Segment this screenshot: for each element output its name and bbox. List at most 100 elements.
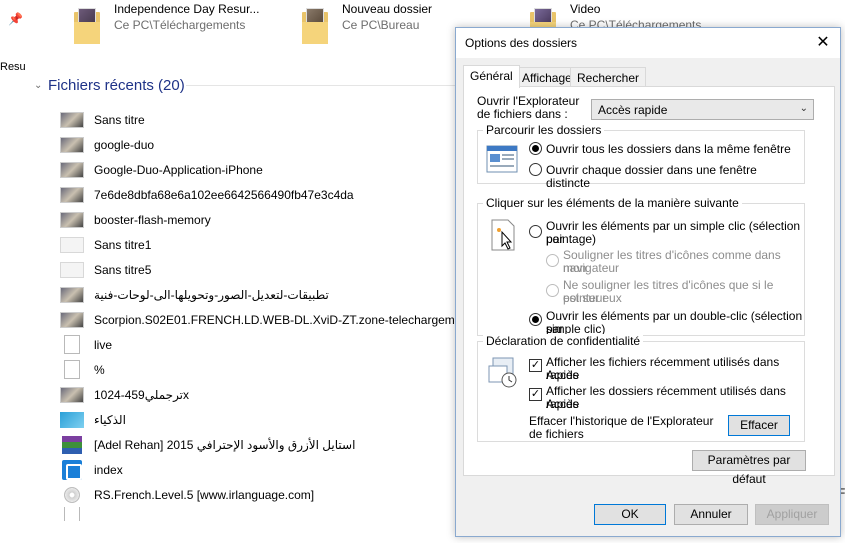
separate-window-label: Ouvrir chaque dossier dans une fenêtre d… <box>546 163 757 190</box>
file-name: [Adel Rehan] 2015 استايل الأزرق والأسود … <box>94 437 356 452</box>
double-click-radio[interactable] <box>529 313 542 326</box>
list-item[interactable]: % <box>60 357 105 382</box>
pin-icon[interactable]: 📌 <box>8 12 23 26</box>
file-name: google-duo <box>94 137 155 152</box>
clear-history-button[interactable]: Effacer <box>728 415 790 436</box>
browse-folders-group: Parcourir les dossiers Ouvrir tous les d… <box>477 123 805 190</box>
list-item[interactable] <box>60 507 94 521</box>
dialog-title: Options des dossiers <box>465 36 578 50</box>
tab-search[interactable]: Rechercher <box>570 67 647 87</box>
apply-button[interactable]: Appliquer <box>755 504 829 525</box>
cancel-button[interactable]: Annuler <box>674 504 748 525</box>
recent-folders-label: Afficher les dossiers récemment utilisés… <box>546 384 786 411</box>
tile-image-icon <box>60 411 84 428</box>
list-item[interactable]: 7e6de8dbfa68e6a102ee6642566490fb47e3c4da <box>60 182 354 207</box>
folder-name: Nouveau dossier <box>342 2 433 16</box>
group-title: Déclaration de confidentialité <box>483 334 644 348</box>
folder-icon <box>300 6 330 46</box>
chevron-down-icon: ⌄ <box>34 79 43 91</box>
list-item[interactable]: booster-flash-memory <box>60 207 211 232</box>
folder-icon <box>72 6 102 46</box>
ok-button[interactable]: OK <box>594 504 666 525</box>
list-item[interactable]: RS.French.Level.5 [www.irlanguage.com] <box>60 482 314 507</box>
group-title: Parcourir les dossiers <box>483 123 605 137</box>
file-name: booster-flash-memory <box>94 212 211 227</box>
document-icon <box>64 360 80 379</box>
file-name: تطبيقات-لتعديل-الصور-وتحويلها-الى-لوحات-… <box>94 287 329 302</box>
open-explorer-select[interactable]: Accès rapide ⌄ <box>591 99 814 120</box>
app-icon <box>62 459 82 480</box>
navigation-pane-strip: 📌 Resu <box>0 0 28 543</box>
restore-defaults-button[interactable]: Paramètres par défaut <box>692 450 806 486</box>
recent-files-label: Afficher les fichiers récemment utilisés… <box>546 355 780 382</box>
single-click-label-2: pointage) <box>546 232 597 246</box>
disc-image-icon <box>64 486 80 503</box>
folder-location: Ce PC\Téléchargements <box>114 18 246 32</box>
privacy-group: Déclaration de confidentialité ✓ Affiche… <box>477 334 805 442</box>
same-window-label: Ouvrir tous les dossiers dans la même fe… <box>546 142 791 156</box>
underline-hover-radio[interactable] <box>546 284 559 297</box>
file-name: % <box>94 362 105 377</box>
file-name: 1024-ترجملي459x <box>94 387 190 402</box>
list-item[interactable]: Sans titre1 <box>60 232 151 257</box>
list-item[interactable]: الذكياء <box>60 407 126 432</box>
same-window-radio[interactable] <box>529 142 542 155</box>
list-item[interactable]: index <box>60 457 123 482</box>
folder-window-icon <box>486 145 518 173</box>
video-thumb-icon <box>60 311 84 328</box>
recent-files-label-2: rapide <box>546 368 580 382</box>
list-item[interactable]: live <box>60 332 112 357</box>
list-item[interactable]: Sans titre <box>60 107 145 132</box>
list-item[interactable]: [Adel Rehan] 2015 استايل الأزرق والأسود … <box>60 432 355 457</box>
list-item[interactable]: Sans titre5 <box>60 257 151 282</box>
list-item[interactable]: 1024-ترجملي459x <box>60 382 189 407</box>
folder-options-dialog: Options des dossiers ✕ Général Affichage… <box>455 27 841 537</box>
section-divider <box>186 85 486 86</box>
underline-hover-label-2: est sur eux <box>563 291 622 305</box>
file-name: Google-Duo-Application-iPhone <box>94 162 263 177</box>
list-item[interactable]: google-duo <box>60 132 154 157</box>
list-item[interactable]: تطبيقات-لتعديل-الصور-وتحويلها-الى-لوحات-… <box>60 282 329 307</box>
document-icon <box>64 335 80 354</box>
file-name: Sans titre1 <box>94 237 152 252</box>
list-item[interactable]: Google-Duo-Application-iPhone <box>60 157 263 182</box>
single-click-radio[interactable] <box>529 225 542 238</box>
file-name: 7e6de8dbfa68e6a102ee6642566490fb47e3c4da <box>94 187 354 202</box>
underline-browser-label-2: navigateur <box>563 261 620 275</box>
general-tab-panel: Ouvrir l'Explorateur de fichiers dans : … <box>463 86 835 486</box>
recent-files-checkbox[interactable]: ✓ <box>529 359 542 372</box>
file-name: الذكياء <box>94 412 126 427</box>
group-title: Cliquer sur les éléments de la manière s… <box>483 196 742 210</box>
image-thumb-icon <box>60 186 84 203</box>
recent-folders-checkbox[interactable]: ✓ <box>529 388 542 401</box>
click-behavior-group: Cliquer sur les éléments de la manière s… <box>477 196 805 336</box>
file-name: index <box>94 462 123 477</box>
recent-folders-label-2: rapide <box>546 397 580 411</box>
dialog-titlebar[interactable]: Options des dossiers ✕ <box>456 28 840 58</box>
file-name: Scorpion.S02E01.FRENCH.LD.WEB-DL.XviD-ZT… <box>94 312 475 327</box>
rar-archive-icon <box>62 435 82 454</box>
underline-browser-radio[interactable] <box>546 254 559 267</box>
folder-name: Independence Day Resur... <box>114 2 260 16</box>
close-icon[interactable]: ✕ <box>812 32 834 54</box>
clear-history-label-2: de fichiers <box>529 427 584 441</box>
list-item[interactable]: Scorpion.S02E01.FRENCH.LD.WEB-DL.XviD-ZT… <box>60 307 475 332</box>
file-name: Sans titre <box>94 112 145 127</box>
folder-location: Ce PC\Bureau <box>342 18 420 32</box>
nav-pane-label: Resu <box>0 61 26 73</box>
image-thumb-icon <box>60 161 84 178</box>
open-explorer-value: Accès rapide <box>598 103 668 117</box>
chevron-down-icon: ⌄ <box>799 103 808 114</box>
recent-files-title: Fichiers récents (20) <box>48 76 185 94</box>
blank-image-icon <box>60 236 84 253</box>
tab-general[interactable]: Général <box>463 65 520 88</box>
image-thumb-icon <box>60 136 84 153</box>
open-explorer-label-2: de fichiers dans : <box>477 107 568 121</box>
cursor-click-icon <box>491 219 515 251</box>
recent-files-header[interactable]: ⌄ Fichiers récents (20) <box>34 76 185 94</box>
separate-window-radio[interactable] <box>529 163 542 176</box>
blank-image-icon <box>60 261 84 278</box>
image-thumb-icon <box>60 286 84 303</box>
file-name: RS.French.Level.5 [www.irlanguage.com] <box>94 487 315 502</box>
image-thumb-icon <box>60 111 84 128</box>
